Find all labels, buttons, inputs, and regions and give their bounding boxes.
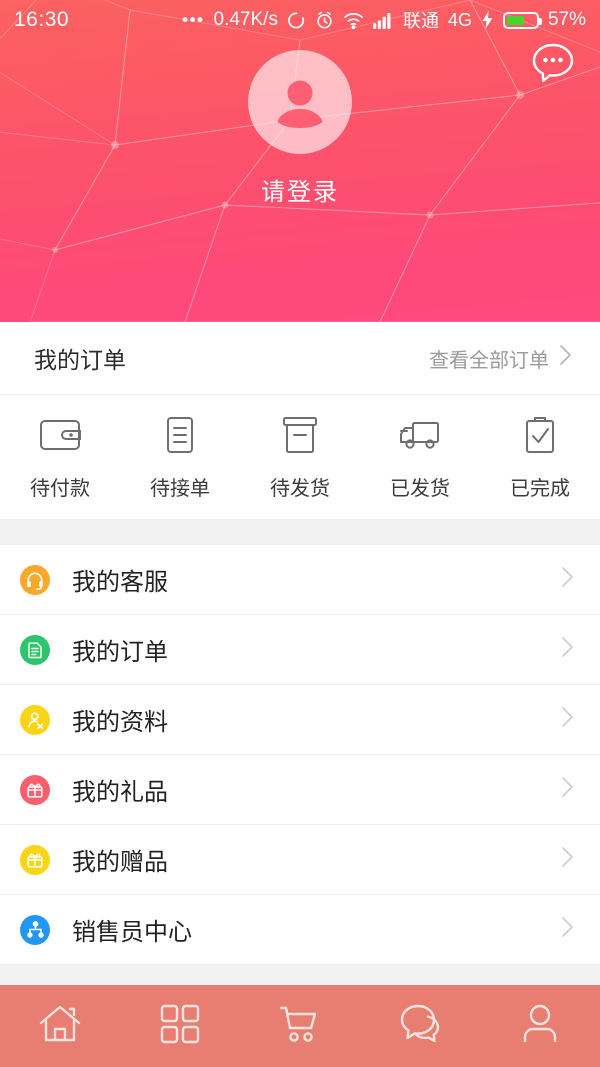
home-icon — [37, 1002, 83, 1051]
app-root: 16:30 ••• 0.47K/s 联通 4G 57% 请登录 我的订单 查看全… — [0, 0, 600, 1067]
carrier-label: 联通 — [402, 11, 439, 31]
menu-item-my-orders[interactable]: 我的订单 — [0, 615, 600, 685]
nav-item-categories[interactable] — [120, 985, 240, 1067]
login-prompt[interactable]: 请登录 — [261, 172, 339, 207]
sync-icon — [287, 11, 306, 30]
chevron-right-icon — [559, 344, 572, 372]
truck-icon — [397, 415, 443, 460]
signal-icon — [373, 12, 394, 29]
menu-item-label: 我的赠品 — [72, 849, 168, 876]
wallet-icon — [38, 415, 82, 460]
document-lines-icon — [158, 415, 202, 460]
view-all-orders-button[interactable]: 查看全部订单 — [429, 344, 572, 373]
cart-icon — [277, 1002, 323, 1051]
charging-icon — [481, 11, 494, 29]
order-status-completed[interactable]: 已完成 — [480, 415, 600, 501]
menu-item-customer-service[interactable]: 我的客服 — [0, 545, 600, 615]
network-speed-label: 0.47K/s — [213, 9, 278, 30]
chevron-right-icon — [561, 706, 574, 733]
bottom-navigation-bar — [0, 985, 600, 1067]
grid-icon — [159, 1003, 201, 1050]
gift-icon — [20, 774, 50, 805]
status-right-cluster: ••• 0.47K/s 联通 4G 57% — [182, 7, 586, 33]
box-icon — [278, 415, 322, 460]
alarm-icon — [315, 11, 334, 30]
order-status-label: 已完成 — [510, 478, 570, 500]
order-status-label: 待发货 — [270, 478, 330, 500]
order-status-label: 待付款 — [30, 478, 90, 500]
chevron-right-icon — [561, 776, 574, 803]
network-icon — [20, 914, 50, 945]
nav-item-cart[interactable] — [240, 985, 360, 1067]
order-status-pending-payment[interactable]: 待付款 — [0, 415, 120, 501]
headset-icon — [20, 564, 50, 595]
status-bar: 16:30 ••• 0.47K/s 联通 4G 57% — [0, 0, 600, 40]
menu-item-label: 我的资料 — [72, 709, 168, 736]
section-gap — [0, 519, 600, 545]
menu-list: 我的客服 我的订单 我的资料 我的礼品 我的赠品 销售员中心 — [0, 545, 600, 965]
gift-icon — [20, 844, 50, 875]
chevron-right-icon — [561, 846, 574, 873]
nav-item-messages[interactable] — [360, 985, 480, 1067]
document-icon — [20, 634, 50, 665]
more-dots-icon: ••• — [182, 10, 205, 29]
battery-icon — [502, 11, 542, 29]
menu-item-my-freebies[interactable]: 我的赠品 — [0, 825, 600, 895]
person-silhouette-icon — [277, 80, 323, 128]
wifi-icon — [343, 12, 364, 29]
chevron-right-icon — [561, 916, 574, 943]
profile-header: 16:30 ••• 0.47K/s 联通 4G 57% 请登录 — [0, 0, 600, 322]
chevron-right-icon — [561, 566, 574, 593]
network-type-label: 4G — [447, 9, 472, 30]
battery-percent-label: 57% — [547, 9, 586, 30]
menu-item-label: 销售员中心 — [72, 919, 192, 946]
status-time: 16:30 — [14, 8, 70, 31]
person-icon — [519, 1002, 561, 1051]
menu-item-my-gifts[interactable]: 我的礼品 — [0, 755, 600, 825]
profile-icon — [20, 704, 50, 735]
nav-item-home[interactable] — [0, 985, 120, 1067]
order-status-pending-shipment[interactable]: 待发货 — [240, 415, 360, 501]
menu-item-label: 我的客服 — [72, 569, 168, 596]
nav-item-profile[interactable] — [480, 985, 600, 1067]
order-status-shipped[interactable]: 已发货 — [360, 415, 480, 501]
orders-section-header: 我的订单 查看全部订单 — [0, 322, 600, 395]
orders-title: 我的订单 — [34, 347, 126, 373]
battery-fill — [506, 15, 524, 25]
order-status-label: 待接单 — [150, 478, 210, 500]
avatar-block[interactable]: 请登录 — [0, 50, 600, 207]
clipboard-check-icon — [518, 415, 562, 460]
order-status-row: 待付款 待接单 待发货 已发货 已完成 — [0, 395, 600, 519]
chat-icon — [397, 1002, 443, 1051]
menu-item-label: 我的订单 — [72, 639, 168, 666]
menu-item-salesperson-center[interactable]: 销售员中心 — [0, 895, 600, 965]
avatar[interactable] — [248, 50, 352, 154]
order-status-label: 已发货 — [390, 478, 450, 500]
chevron-right-icon — [561, 636, 574, 663]
menu-item-label: 我的礼品 — [72, 779, 168, 806]
menu-item-my-profile[interactable]: 我的资料 — [0, 685, 600, 755]
order-status-pending-acceptance[interactable]: 待接单 — [120, 415, 240, 501]
view-all-orders-label: 查看全部订单 — [429, 349, 549, 372]
